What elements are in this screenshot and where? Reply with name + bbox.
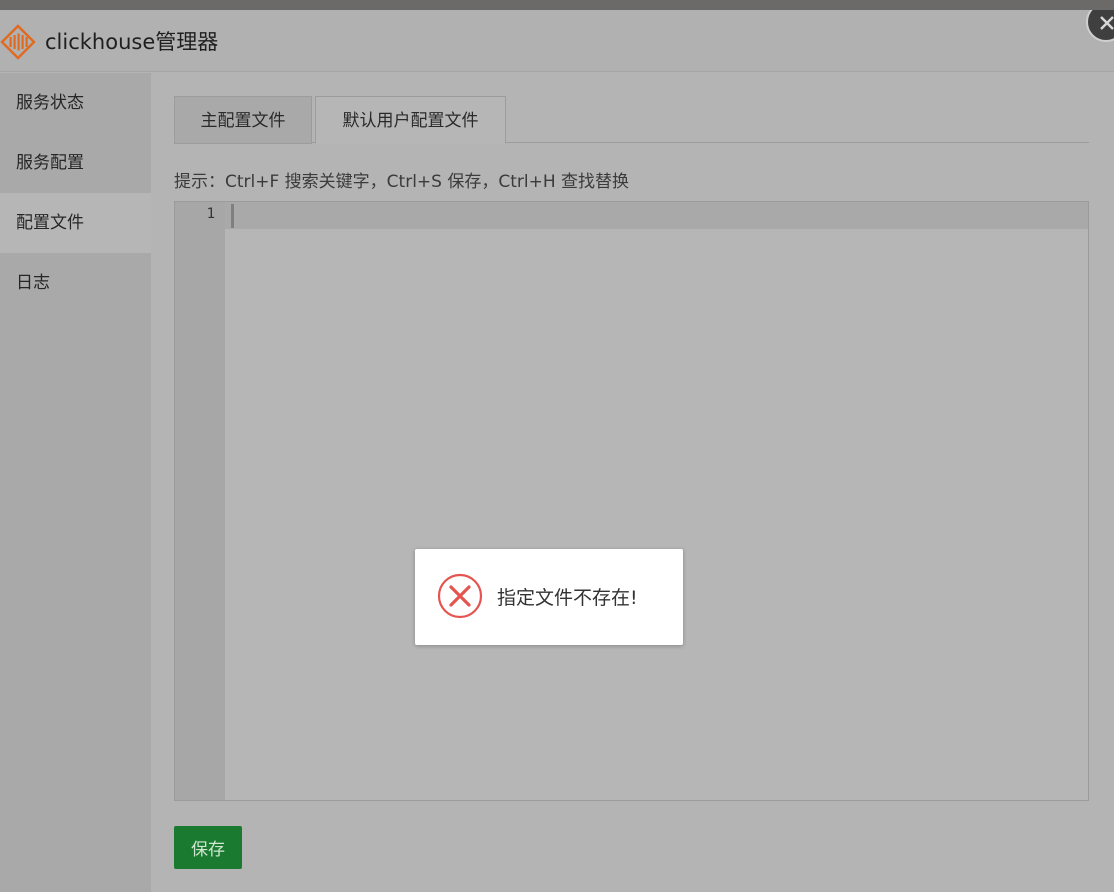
shortcut-hint: 提示：Ctrl+F 搜索关键字，Ctrl+S 保存，Ctrl+H 查找替换 — [174, 172, 630, 192]
sidebar-item-service-status[interactable]: 服务状态 — [0, 73, 151, 133]
top-strip — [0, 0, 1114, 10]
tab-bar: 主配置文件 默认用户配置文件 — [174, 96, 1089, 144]
app-title: clickhouse管理器 — [45, 30, 219, 54]
line-number-gutter: 1 — [175, 202, 225, 800]
active-line-highlight — [225, 202, 1088, 229]
close-icon — [1100, 16, 1114, 30]
sidebar: 服务状态 服务配置 配置文件 日志 — [0, 73, 151, 892]
app-window: clickhouse管理器 服务状态 服务配置 配置文件 日志 主配置文件 默认… — [0, 10, 1114, 892]
line-number: 1 — [206, 206, 215, 222]
sidebar-item-logs[interactable]: 日志 — [0, 253, 151, 313]
main-panel: 主配置文件 默认用户配置文件 提示：Ctrl+F 搜索关键字，Ctrl+S 保存… — [151, 73, 1114, 892]
toast-message: 指定文件不存在! — [497, 587, 638, 609]
clickhouse-logo-icon — [0, 24, 36, 60]
sidebar-item-config-files[interactable]: 配置文件 — [0, 193, 151, 253]
tab-main-config[interactable]: 主配置文件 — [174, 96, 312, 144]
text-cursor — [231, 204, 234, 228]
tab-default-user-config[interactable]: 默认用户配置文件 — [315, 96, 506, 144]
code-editor[interactable]: 1 — [174, 201, 1089, 801]
error-circle-x-icon — [437, 573, 483, 619]
title-bar: clickhouse管理器 — [0, 10, 1114, 72]
sidebar-item-service-config[interactable]: 服务配置 — [0, 133, 151, 193]
save-button[interactable]: 保存 — [174, 826, 242, 869]
error-toast: 指定文件不存在! — [415, 549, 683, 645]
